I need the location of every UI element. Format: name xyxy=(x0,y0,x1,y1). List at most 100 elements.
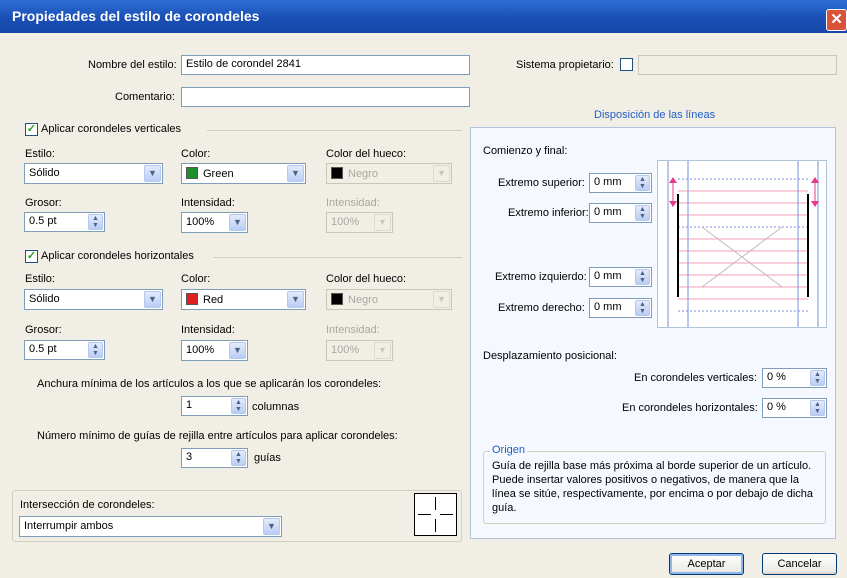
right-end-value: 0 mm xyxy=(594,301,622,313)
vertical-gap-color-value: Negro xyxy=(348,168,378,180)
vertical-offset-label: En corondeles verticales: xyxy=(634,372,757,384)
horizontal-color-select[interactable]: Red ▼ xyxy=(181,289,306,310)
horizontal-weight-label: Grosor: xyxy=(25,324,62,336)
ok-button[interactable]: Aceptar xyxy=(669,553,744,575)
spinner-icon[interactable]: ▲ ▼ xyxy=(88,342,103,358)
horizontal-gap-intensity-label: Intensidad: xyxy=(326,324,380,336)
system-owner-field xyxy=(638,55,837,75)
vertical-intensity-select[interactable]: 100% ▼ xyxy=(181,212,248,233)
chevron-down-icon: ▼ xyxy=(374,214,391,231)
comment-input[interactable] xyxy=(181,87,470,107)
layout-preview-icon xyxy=(667,161,819,327)
layout-title: Disposición de las líneas xyxy=(594,109,716,121)
chevron-down-icon: ▼ xyxy=(287,165,304,182)
window-title: Propiedades del estilo de corondeles xyxy=(12,8,260,24)
vertical-color-label: Color: xyxy=(181,148,211,160)
horizontal-gap-color-select: Negro ▼ xyxy=(326,289,452,310)
vertical-color-select[interactable]: Green ▼ xyxy=(181,163,306,184)
spinner-icon[interactable]: ▲ ▼ xyxy=(635,300,650,316)
vertical-style-label: Estilo: xyxy=(25,148,55,160)
vertical-gap-intensity-label: Intensidad: xyxy=(326,197,380,209)
intersection-preview-icon xyxy=(418,497,453,532)
horizontal-color-value: Red xyxy=(203,294,224,306)
bottom-end-label: Extremo inferior: xyxy=(508,207,589,219)
vertical-gap-intensity-select: 100% ▼ xyxy=(326,212,393,233)
chevron-down-icon: ▼ xyxy=(229,214,246,231)
red-swatch-icon xyxy=(186,293,198,305)
vertical-intensity-value: 100% xyxy=(186,216,215,228)
horizontal-style-value: Sólido xyxy=(29,293,60,305)
spinner-icon[interactable]: ▲ ▼ xyxy=(635,205,650,221)
chevron-down-icon: ▼ xyxy=(144,291,161,308)
chevron-down-icon: ▼ xyxy=(433,291,450,308)
horizontal-intensity-label: Intensidad: xyxy=(181,324,235,336)
vertical-gap-intensity-value: 100% xyxy=(331,216,360,228)
spinner-icon[interactable]: ▲ ▼ xyxy=(88,214,103,230)
vertical-gap-color-label: Color del hueco: xyxy=(326,148,407,160)
horizontal-gap-intensity-select: 100% ▼ xyxy=(326,340,393,361)
spinner-icon[interactable]: ▲ ▼ xyxy=(810,400,825,416)
left-end-label: Extremo izquierdo: xyxy=(495,271,587,283)
vertical-checkbox-label: Aplicar corondeles verticales xyxy=(41,123,182,135)
horizontal-style-select[interactable]: Sólido ▼ xyxy=(24,289,163,310)
horizontal-gap-color-value: Negro xyxy=(348,294,378,306)
bottom-end-value: 0 mm xyxy=(594,206,622,218)
horizontal-checkbox-label: Aplicar corondeles horizontales xyxy=(41,250,194,262)
top-end-label: Extremo superior: xyxy=(498,177,585,189)
horizontal-offset-label: En corondeles horizontales: xyxy=(622,402,758,414)
horizontal-separator xyxy=(213,257,462,258)
horizontal-color-label: Color: xyxy=(181,273,211,285)
vertical-intensity-label: Intensidad: xyxy=(181,197,235,209)
top-end-value: 0 mm xyxy=(594,176,622,188)
min-guides-input[interactable]: 3 ▲ ▼ xyxy=(181,448,248,468)
vertical-offset-value: 0 % xyxy=(767,371,786,383)
vertical-style-select[interactable]: Sólido ▼ xyxy=(24,163,163,184)
horizontal-offset-input[interactable]: 0 % ▲ ▼ xyxy=(762,398,827,418)
spinner-icon[interactable]: ▲ ▼ xyxy=(635,269,650,285)
horizontal-offset-value: 0 % xyxy=(767,401,786,413)
chevron-down-icon: ▼ xyxy=(374,342,391,359)
vertical-offset-input[interactable]: 0 % ▲ ▼ xyxy=(762,368,827,388)
chevron-down-icon: ▼ xyxy=(263,518,280,535)
top-end-input[interactable]: 0 mm ▲ ▼ xyxy=(589,173,652,193)
right-end-label: Extremo derecho: xyxy=(498,302,585,314)
horizontal-intensity-select[interactable]: 100% ▼ xyxy=(181,340,248,361)
min-width-label: Anchura mínima de los artículos a los qu… xyxy=(37,378,382,390)
chevron-down-icon: ▼ xyxy=(229,342,246,359)
spinner-icon[interactable]: ▲ ▼ xyxy=(810,370,825,386)
cancel-button[interactable]: Cancelar xyxy=(762,553,837,575)
vertical-checkbox[interactable]: ✓ xyxy=(25,123,38,136)
horizontal-weight-input[interactable]: 0.5 pt ▲ ▼ xyxy=(24,340,105,360)
black-swatch-icon xyxy=(331,167,343,179)
horizontal-weight-value: 0.5 pt xyxy=(29,343,57,355)
chevron-down-icon: ▼ xyxy=(144,165,161,182)
comment-label: Comentario: xyxy=(115,91,175,103)
vertical-weight-label: Grosor: xyxy=(25,197,62,209)
horizontal-checkbox[interactable]: ✓ xyxy=(25,250,38,263)
spinner-icon[interactable]: ▲ ▼ xyxy=(231,398,246,414)
left-end-input[interactable]: 0 mm ▲ ▼ xyxy=(589,267,652,287)
spinner-icon[interactable]: ▲ ▼ xyxy=(231,450,246,466)
bottom-end-input[interactable]: 0 mm ▲ ▼ xyxy=(589,203,652,223)
right-end-input[interactable]: 0 mm ▲ ▼ xyxy=(589,298,652,318)
spinner-icon[interactable]: ▲ ▼ xyxy=(635,175,650,191)
min-width-input[interactable]: 1 ▲ ▼ xyxy=(181,396,248,416)
origin-title: Origen xyxy=(490,444,528,456)
min-width-value: 1 xyxy=(186,399,193,411)
chevron-down-icon: ▼ xyxy=(433,165,450,182)
style-name-label: Nombre del estilo: xyxy=(88,59,177,71)
vertical-style-value: Sólido xyxy=(29,167,60,179)
horizontal-intensity-value: 100% xyxy=(186,344,215,356)
layout-preview xyxy=(657,160,827,328)
intersection-select[interactable]: Interrumpir ambos ▼ xyxy=(19,516,282,537)
min-guides-value: 3 xyxy=(186,451,193,463)
chevron-down-icon: ▼ xyxy=(287,291,304,308)
vertical-separator xyxy=(207,130,462,131)
system-owner-checkbox[interactable] xyxy=(620,58,633,71)
vertical-color-value: Green xyxy=(203,168,234,180)
horizontal-gap-intensity-value: 100% xyxy=(331,344,360,356)
intersection-label: Intersección de corondeles: xyxy=(20,499,155,511)
style-name-input[interactable]: Estilo de corondel 2841 xyxy=(181,55,470,75)
close-button[interactable]: ✕ xyxy=(826,9,847,31)
vertical-weight-input[interactable]: 0.5 pt ▲ ▼ xyxy=(24,212,105,232)
